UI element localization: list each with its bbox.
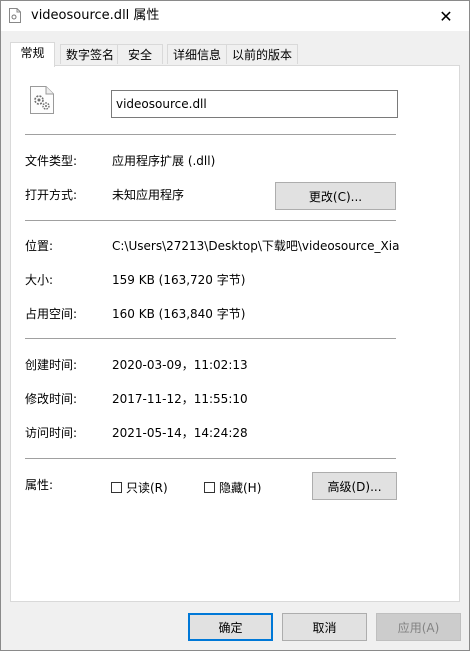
tab-previous-versions[interactable]: 以前的版本 bbox=[226, 44, 298, 64]
hidden-checkbox-label: 隐藏(H) bbox=[219, 481, 262, 495]
location-label: 位置: bbox=[25, 239, 54, 253]
general-panel: 文件类型: 应用程序扩展 (.dll) 打开方式: 未知应用程序 更改(C)..… bbox=[10, 65, 460, 602]
close-button[interactable]: ✕ bbox=[423, 1, 469, 31]
hidden-checkbox-box[interactable] bbox=[204, 482, 215, 493]
disk-size-value: 160 KB (163,840 字节) bbox=[112, 307, 246, 321]
open-with-value: 未知应用程序 bbox=[112, 188, 185, 202]
change-button[interactable]: 更改(C)... bbox=[275, 182, 396, 210]
properties-dialog: videosource.dll 属性 ✕ 常规 数字签名 安全 详细信息 以前的… bbox=[0, 0, 470, 651]
size-value: 159 KB (163,720 字节) bbox=[112, 273, 246, 287]
file-name-input[interactable] bbox=[111, 90, 398, 118]
divider bbox=[25, 338, 396, 339]
tab-details[interactable]: 详细信息 bbox=[167, 44, 227, 64]
location-value: C:\Users\27213\Desktop\下载吧\videosource_X… bbox=[112, 239, 399, 253]
file-type-value: 应用程序扩展 (.dll) bbox=[112, 154, 216, 168]
advanced-button[interactable]: 高级(D)... bbox=[312, 472, 397, 500]
close-icon: ✕ bbox=[439, 6, 453, 26]
tab-security[interactable]: 安全 bbox=[117, 44, 163, 64]
dll-file-icon bbox=[30, 86, 54, 114]
hidden-checkbox[interactable]: 隐藏(H) bbox=[204, 479, 261, 496]
readonly-checkbox[interactable]: 只读(R) bbox=[111, 479, 168, 496]
apply-button[interactable]: 应用(A) bbox=[376, 613, 461, 641]
cancel-button[interactable]: 取消 bbox=[282, 613, 367, 641]
size-label: 大小: bbox=[25, 273, 54, 287]
divider bbox=[25, 220, 396, 221]
created-label: 创建时间: bbox=[25, 358, 78, 372]
window-title: videosource.dll 属性 bbox=[31, 8, 160, 23]
created-value: 2020-03-09，11:02:13 bbox=[112, 358, 248, 372]
readonly-checkbox-label: 只读(R) bbox=[126, 481, 168, 495]
file-type-label: 文件类型: bbox=[25, 154, 78, 168]
divider bbox=[25, 458, 396, 459]
tab-digital-signatures[interactable]: 数字签名 bbox=[60, 44, 118, 64]
readonly-checkbox-box[interactable] bbox=[111, 482, 122, 493]
attributes-label: 属性: bbox=[25, 478, 54, 492]
accessed-label: 访问时间: bbox=[25, 426, 78, 440]
disk-size-label: 占用空间: bbox=[25, 307, 78, 321]
modified-value: 2017-11-12，11:55:10 bbox=[112, 392, 248, 406]
accessed-value: 2021-05-14，14:24:28 bbox=[112, 426, 248, 440]
divider bbox=[25, 134, 396, 135]
title-bar: videosource.dll 属性 ✕ bbox=[1, 1, 469, 31]
tab-general[interactable]: 常规 bbox=[10, 42, 55, 67]
modified-label: 修改时间: bbox=[25, 392, 78, 406]
open-with-label: 打开方式: bbox=[25, 188, 78, 202]
file-icon bbox=[9, 8, 21, 23]
ok-button[interactable]: 确定 bbox=[188, 613, 273, 641]
